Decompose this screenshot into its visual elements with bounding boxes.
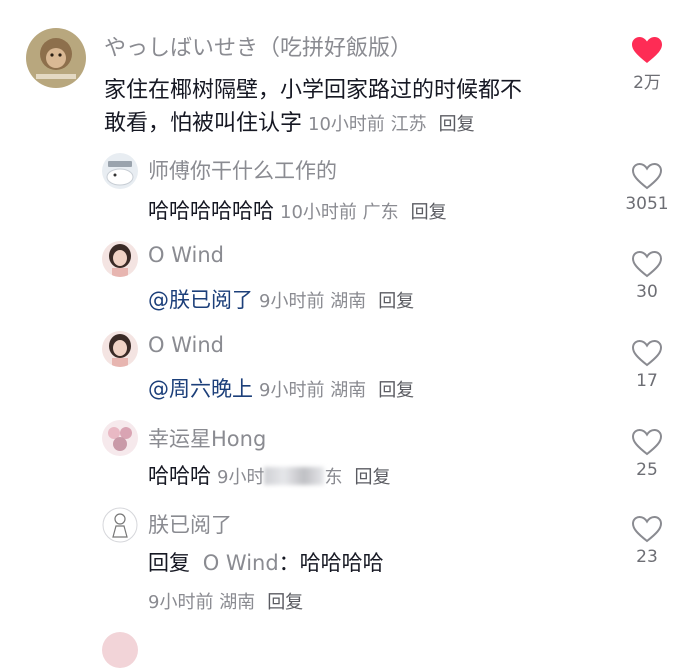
- reply-author[interactable]: 朕已阅了: [148, 509, 232, 539]
- reply-colon: ：: [278, 551, 300, 575]
- avatar[interactable]: [102, 153, 138, 189]
- avatar[interactable]: [26, 28, 86, 88]
- reply-button[interactable]: 回复: [354, 467, 390, 488]
- mention-link[interactable]: @朕已阅了: [148, 288, 253, 312]
- comment-text-line2: 敢看，怕被叫住认字 10小时前 江苏 回复: [104, 105, 475, 137]
- reply-text: @朕已阅了 9小时前 湖南 回复: [148, 284, 414, 314]
- reply-to-user[interactable]: O Wind: [203, 551, 279, 575]
- reply-time: 9小时前: [259, 380, 325, 401]
- reply-button[interactable]: 回复: [439, 114, 475, 135]
- reply-button[interactable]: 回复: [411, 202, 447, 223]
- heart-outline-icon: [631, 339, 663, 367]
- reply-text: 哈哈哈 9小时 东回复: [148, 460, 390, 490]
- reply-location: 湖南: [330, 380, 367, 401]
- heart-outline-icon: [631, 250, 663, 278]
- comment-time: 10小时前: [308, 114, 385, 135]
- blurred-region: [264, 467, 325, 485]
- reply-prefix: 回复: [148, 551, 190, 575]
- reply-button[interactable]: 回复: [378, 380, 414, 401]
- reply-time: 9小时前: [259, 291, 325, 312]
- like-count: 23: [636, 547, 658, 567]
- like-button[interactable]: 17: [617, 339, 677, 391]
- reply-text-body: 哈哈哈哈: [299, 551, 384, 575]
- reply-text: @周六晚上 9小时前 湖南 回复: [148, 373, 414, 403]
- like-button[interactable]: 30: [617, 250, 677, 302]
- reply-location: 湖南: [219, 592, 256, 613]
- reply-time: 10小时前: [280, 202, 357, 223]
- mention-link[interactable]: @周六晚上: [148, 377, 253, 401]
- reply-time: 9小时前: [148, 592, 214, 613]
- reply-button[interactable]: 回复: [378, 291, 414, 312]
- reply-location: 广东: [362, 202, 399, 223]
- avatar[interactable]: [102, 507, 138, 543]
- avatar[interactable]: [102, 420, 138, 456]
- like-count: 25: [636, 460, 658, 480]
- reply-author[interactable]: 师傅你干什么工作的: [148, 155, 337, 185]
- reply-author[interactable]: O Wind: [148, 243, 224, 267]
- comment-author[interactable]: やっしばいせき（吃拼好飯版）: [104, 30, 412, 62]
- reply-meta: 9小时前 湖南 回复: [148, 588, 303, 614]
- reply-text: 回复 O Wind：哈哈哈哈: [148, 547, 384, 577]
- reply-time: 9小时: [217, 467, 265, 488]
- like-button[interactable]: 2万: [617, 36, 677, 93]
- like-button[interactable]: 25: [617, 428, 677, 480]
- reply-author[interactable]: O Wind: [148, 333, 224, 357]
- reply-text-body: 哈哈哈哈哈哈: [148, 199, 274, 223]
- comment-text-line2-body: 敢看，怕被叫住认字: [104, 111, 303, 136]
- heart-filled-icon: [632, 37, 662, 63]
- reply-location: 湖南: [330, 291, 367, 312]
- like-count: 17: [636, 371, 658, 391]
- like-count: 30: [636, 282, 658, 302]
- avatar[interactable]: [102, 331, 138, 367]
- avatar[interactable]: [102, 241, 138, 277]
- heart-outline-icon: [631, 515, 663, 543]
- reply-text-body: 哈哈哈: [148, 464, 211, 488]
- like-count: 2万: [633, 73, 661, 93]
- reply-location: 东: [324, 467, 343, 488]
- like-button[interactable]: 3051: [617, 162, 677, 214]
- reply-text: 哈哈哈哈哈哈 10小时前 广东 回复: [148, 195, 447, 225]
- reply-button[interactable]: 回复: [267, 592, 303, 613]
- heart-outline-icon: [631, 162, 663, 190]
- comment-text-line1: 家住在椰树隔壁，小学回家路过的时候都不: [104, 78, 523, 103]
- heart-outline-icon: [631, 428, 663, 456]
- avatar[interactable]: [102, 632, 138, 668]
- reply-author[interactable]: 幸运星Hong: [148, 423, 266, 453]
- like-button[interactable]: 23: [617, 515, 677, 567]
- comment-location: 江苏: [390, 114, 427, 135]
- like-count: 3051: [625, 194, 669, 214]
